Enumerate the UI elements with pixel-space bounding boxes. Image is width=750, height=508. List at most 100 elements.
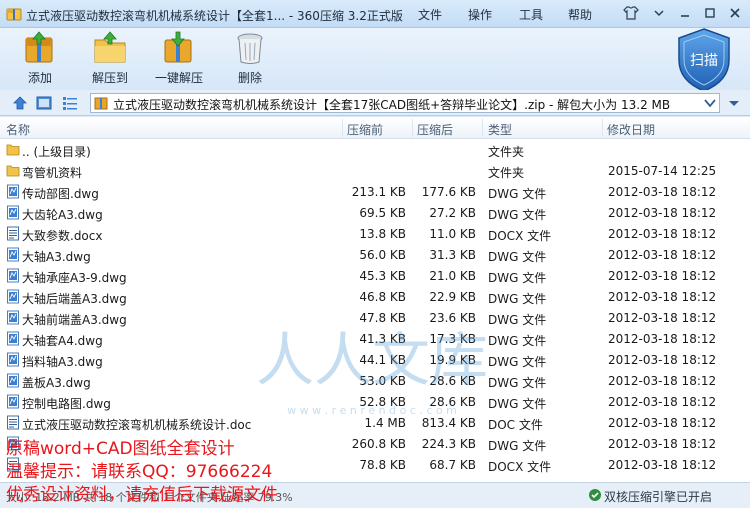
col-size[interactable]: 压缩前 (347, 121, 383, 138)
file-type: DOCX 文件 (488, 460, 552, 474)
file-name: 大轴前端盖A3.dwg (22, 313, 127, 327)
file-row[interactable]: 挡料轴A3.dwg 44.1 KB 19.9 KB DWG 文件 2012-03-18 … (0, 349, 750, 370)
one-click-extract-icon (164, 31, 192, 63)
file-compressed-size: 23.6 KB (429, 311, 476, 325)
dwg-icon (7, 247, 19, 262)
menu-operation[interactable]: 操作 (468, 6, 492, 23)
file-modified: 2012-03-18 18:12 (608, 416, 717, 430)
one-click-extract-label: 一键解压 (154, 71, 203, 85)
file-type: 文件夹 (488, 145, 525, 159)
file-type: DWG 文件 (488, 187, 547, 201)
skin-shirt-icon[interactable] (620, 3, 642, 23)
dwg-icon (7, 268, 19, 283)
file-row[interactable]: 盖板A3.dwg 53.0 KB 28.6 KB DWG 文件 2012-03-18 1… (0, 370, 750, 391)
file-modified: 2012-03-18 18:12 (608, 332, 717, 346)
file-row[interactable]: 大轴A3.dwg 56.0 KB 31.3 KB DWG 文件 2012-03-18 1… (0, 244, 750, 265)
add-button[interactable]: 添加 (20, 30, 60, 88)
file-type: DWG 文件 (488, 397, 547, 411)
file-row[interactable]: .. (上级目录) 文件夹 (0, 139, 750, 160)
status-engine: 双核压缩引擎已开启 (604, 490, 713, 504)
trash-icon (237, 33, 263, 64)
file-compressed-size: 27.2 KB (429, 206, 476, 220)
file-size: 47.8 KB (359, 311, 406, 325)
up-arrow-icon[interactable] (12, 95, 28, 111)
file-type: DWG 文件 (488, 355, 547, 369)
dwg-icon (7, 205, 19, 220)
file-size: 13.8 KB (359, 227, 406, 241)
status-bar: 大小: 13.2 MB 共 18 个文件和 1 个文件夹 压缩率 79.3% 双… (0, 482, 750, 508)
address-bar: 立式液压驱动数控滚弯机机械系统设计【全套17张CAD图纸+答辩毕业论文】.zip… (0, 90, 750, 116)
file-compressed-size: 21.0 KB (429, 269, 476, 283)
file-row[interactable]: 大齿轮A3.dwg 69.5 KB 27.2 KB DWG 文件 2012-03-18 … (0, 202, 750, 223)
file-row[interactable]: 260.8 KB 224.3 KB DWG 文件 2012-03-18 18:12 (0, 433, 750, 454)
add-label: 添加 (27, 71, 52, 85)
file-row[interactable]: 大轴前端盖A3.dwg 47.8 KB 23.6 KB DWG 文件 2012-03-1… (0, 307, 750, 328)
menu-tools[interactable]: 工具 (519, 6, 543, 23)
folder-icon (6, 165, 20, 177)
status-summary: 大小: 13.2 MB 共 18 个文件和 1 个文件夹 压缩率 79.3% (6, 491, 293, 504)
extract-to-button[interactable]: 解压到 (88, 30, 132, 88)
col-type[interactable]: 类型 (488, 121, 512, 138)
file-compressed-size: 813.4 KB (421, 416, 476, 430)
file-type: DWG 文件 (488, 439, 547, 453)
one-click-extract-button[interactable]: 一键解压 (152, 30, 206, 88)
file-size: 260.8 KB (351, 437, 406, 451)
file-row[interactable]: 传动部图.dwg 213.1 KB 177.6 KB DWG 文件 2012-03-18… (0, 181, 750, 202)
col-compressed-size[interactable]: 压缩后 (417, 121, 453, 138)
dwg-icon (7, 373, 19, 388)
file-type: DWG 文件 (488, 271, 547, 285)
file-size: 1.4 MB (364, 416, 406, 430)
dwg-icon (7, 436, 19, 451)
file-row[interactable]: 大致参数.docx 13.8 KB 11.0 KB DOCX 文件 2012-03-18… (0, 223, 750, 244)
app-icon (6, 8, 22, 21)
scan-label: 扫描 (690, 53, 718, 69)
chevron-down-icon[interactable] (703, 95, 717, 111)
scan-button[interactable]: 扫描 (674, 26, 734, 94)
view-icon[interactable] (36, 95, 52, 111)
menu-help[interactable]: 帮助 (568, 6, 592, 23)
dual-core-engine-icon (589, 489, 601, 501)
file-modified: 2012-03-18 18:12 (608, 227, 717, 241)
file-size: 41.3 KB (359, 332, 406, 346)
file-modified: 2012-03-18 18:12 (608, 458, 717, 472)
dwg-icon (7, 352, 19, 367)
file-name: 大致参数.docx (22, 229, 103, 243)
file-row[interactable]: 立式液压驱动数控滚弯机机械系统设计.doc 1.4 MB 813.4 KB DOC 文… (0, 412, 750, 433)
minimize-icon[interactable] (674, 3, 696, 23)
file-name: 大轴A3.dwg (22, 250, 91, 264)
list-view-icon[interactable] (62, 95, 78, 111)
file-row[interactable]: 控制电路图.dwg 52.8 KB 28.6 KB DWG 文件 2012-03-18 … (0, 391, 750, 412)
column-header: 名称 压缩前 压缩后 类型 修改日期 (0, 117, 750, 139)
file-row[interactable]: 弯管机资料 文件夹 2015-07-14 12:25 (0, 160, 750, 181)
file-compressed-size: 68.7 KB (429, 458, 476, 472)
menu-file[interactable]: 文件 (418, 6, 442, 23)
col-name[interactable]: 名称 (6, 121, 30, 138)
file-row[interactable]: 大轴后端盖A3.dwg 46.8 KB 22.9 KB DWG 文件 2012-03-1… (0, 286, 750, 307)
extract-folder-icon (94, 31, 126, 63)
file-modified: 2015-07-14 12:25 (608, 164, 717, 178)
dwg-icon (7, 310, 19, 325)
file-type: 文件夹 (488, 166, 525, 180)
zip-file-icon (94, 97, 108, 110)
file-name: 挡料轴A3.dwg (22, 355, 103, 369)
file-row[interactable]: 78.8 KB 68.7 KB DOCX 文件 2012-03-18 18:12 (0, 454, 750, 475)
menu-arrow-icon[interactable] (648, 3, 670, 23)
delete-button[interactable]: 删除 (230, 30, 270, 88)
title-bar: 立式液压驱动数控滚弯机机械系统设计【全套1... - 360压缩 3.2正式版 … (0, 0, 750, 28)
col-modified[interactable]: 修改日期 (607, 121, 655, 138)
file-row[interactable]: 大轴套A4.dwg 41.3 KB 17.3 KB DWG 文件 2012-03-18 … (0, 328, 750, 349)
file-name: 弯管机资料 (22, 166, 83, 180)
file-type: DWG 文件 (488, 376, 547, 390)
close-icon[interactable] (724, 3, 746, 23)
file-compressed-size: 19.9 KB (429, 353, 476, 367)
path-field[interactable]: 立式液压驱动数控滚弯机机械系统设计【全套17张CAD图纸+答辩毕业论文】.zip… (90, 93, 720, 113)
file-size: 213.1 KB (351, 185, 406, 199)
doc-icon (7, 226, 19, 241)
file-compressed-size: 22.9 KB (429, 290, 476, 304)
file-row[interactable]: 大轴承座A3-9.dwg 45.3 KB 21.0 KB DWG 文件 2012-03-… (0, 265, 750, 286)
add-archive-icon (25, 31, 53, 63)
maximize-icon[interactable] (699, 3, 721, 23)
file-compressed-size: 28.6 KB (429, 374, 476, 388)
history-dropdown-icon[interactable] (726, 95, 742, 111)
file-modified: 2012-03-18 18:12 (608, 395, 717, 409)
